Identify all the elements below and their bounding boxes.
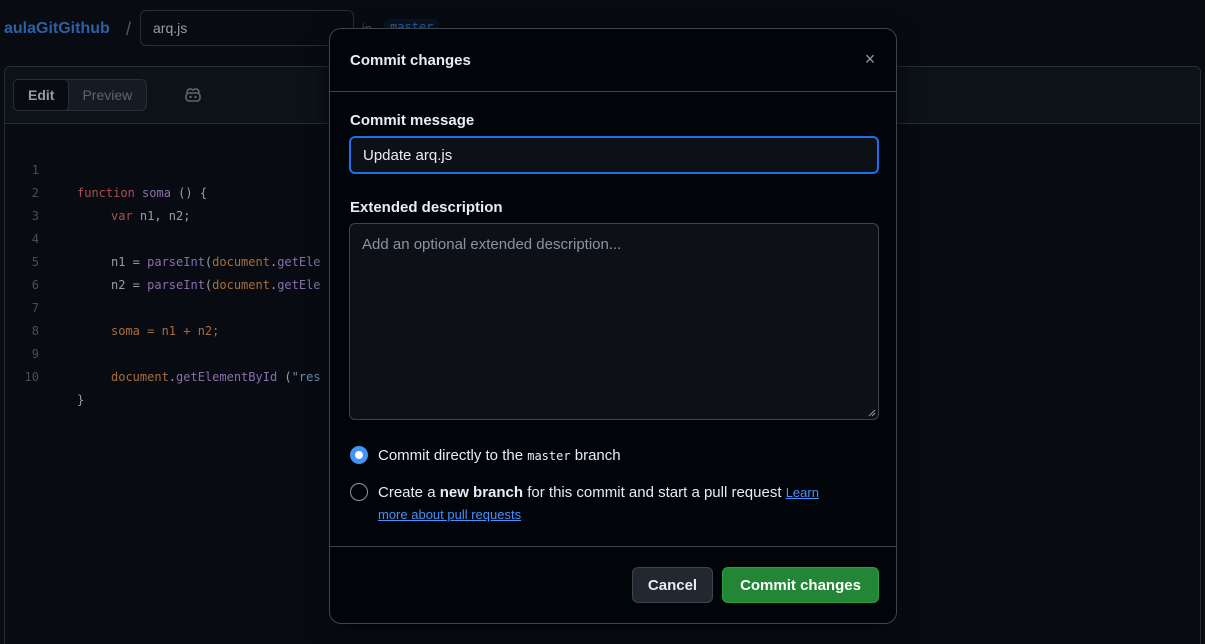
commit-dialog: Commit changes × Commit message Extended… — [329, 28, 897, 624]
option-new-branch-label: Create a new branch for this commit and … — [378, 484, 819, 522]
option-commit-direct[interactable]: Commit directly to the master branch — [350, 445, 621, 467]
radio-new-branch[interactable] — [350, 483, 368, 501]
commit-message-input[interactable] — [349, 136, 879, 174]
cancel-button[interactable]: Cancel — [632, 567, 713, 603]
dialog-footer: Cancel Commit changes — [330, 546, 896, 623]
extended-description-label: Extended description — [350, 199, 503, 216]
close-icon[interactable]: × — [858, 47, 882, 71]
option-commit-direct-label: Commit directly to the master branch — [378, 447, 621, 464]
resize-grip-icon[interactable] — [868, 409, 876, 417]
option-new-branch[interactable]: Create a new branch for this commit and … — [350, 482, 850, 526]
commit-changes-button[interactable]: Commit changes — [722, 567, 879, 603]
commit-message-label: Commit message — [350, 112, 475, 129]
dialog-body: Commit message Extended description Comm… — [330, 92, 896, 548]
radio-commit-direct[interactable] — [350, 446, 368, 464]
extended-description-input[interactable] — [349, 223, 879, 420]
dialog-header: Commit changes × — [330, 29, 896, 92]
dialog-title: Commit changes — [350, 52, 471, 69]
